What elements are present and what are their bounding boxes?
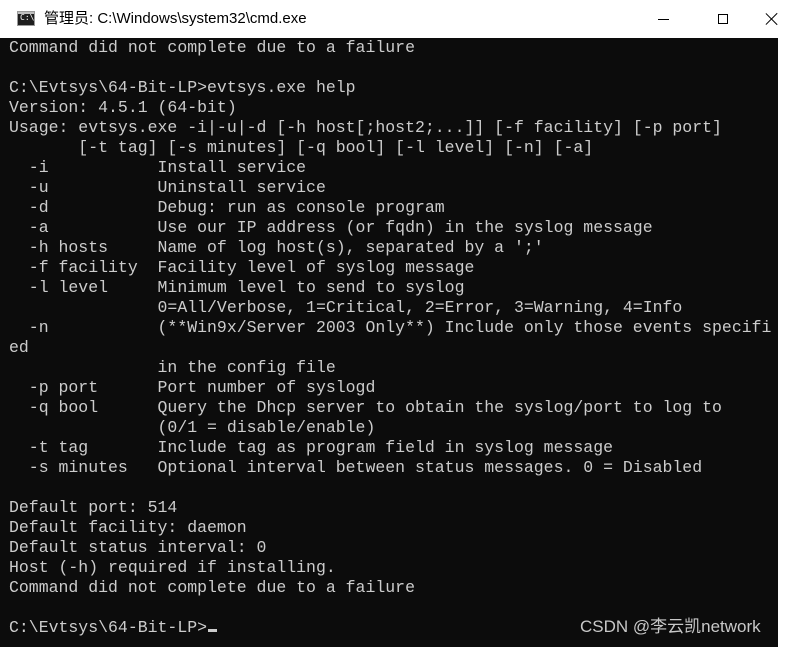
console-line: (0/1 = disable/enable) [9,418,376,437]
title-bar[interactable]: C:\ 管理员: C:\Windows\system32\cmd.exe [0,0,795,38]
console-line: -n (**Win9x/Server 2003 Only**) Include … [9,318,772,337]
console-line: -u Uninstall service [9,178,326,197]
window-title: 管理员: C:\Windows\system32\cmd.exe [44,10,307,27]
console-line: in the config file [9,358,336,377]
console-line: -h hosts Name of log host(s), separated … [9,238,544,257]
console-line: Host (-h) required if installing. [9,558,336,577]
console-line: -a Use our IP address (or fqdn) in the s… [9,218,653,237]
console-line: Command did not complete due to a failur… [9,578,415,597]
console-output[interactable]: Command did not complete due to a failur… [0,38,778,647]
close-button[interactable] [748,0,795,38]
console-line: Command did not complete due to a failur… [9,38,415,57]
console-text: Command did not complete due to a failur… [0,38,778,638]
console-line: Default port: 514 [9,498,178,517]
cmd-app-icon[interactable]: C:\ [17,11,35,26]
maximize-icon [718,14,728,24]
console-line: C:\Evtsys\64-Bit-LP> [9,618,208,637]
console-line: -i Install service [9,158,307,177]
console-line: Usage: evtsys.exe -i|-u|-d [-h host[;hos… [9,118,722,137]
maximize-button[interactable] [693,0,753,38]
console-line: ed [9,338,29,357]
minimize-button[interactable] [633,0,693,38]
text-cursor [208,629,218,632]
console-line: Default status interval: 0 [9,538,267,557]
console-line: -l level Minimum level to send to syslog [9,278,465,297]
console-line: -t tag Include tag as program field in s… [9,438,613,457]
minimize-icon [657,18,669,20]
console-line: 0=All/Verbose, 1=Critical, 2=Error, 3=Wa… [9,298,683,317]
console-line: -f facility Facility level of syslog mes… [9,258,475,277]
console-line: -s minutes Optional interval between sta… [9,458,703,477]
vertical-scrollbar[interactable] [778,38,795,647]
app-icon-text: C:\ [20,13,35,22]
close-icon [765,12,779,26]
console-line: -d Debug: run as console program [9,198,445,217]
watermark: CSDN @李云凯network [580,617,761,636]
console-line: -p port Port number of syslogd [9,378,376,397]
console-line: -q bool Query the Dhcp server to obtain … [9,398,722,417]
console-line: Version: 4.5.1 (64-bit) [9,98,237,117]
console-line: Default facility: daemon [9,518,247,537]
console-line: [-t tag] [-s minutes] [-q bool] [-l leve… [9,138,594,157]
console-line: C:\Evtsys\64-Bit-LP>evtsys.exe help [9,78,356,97]
